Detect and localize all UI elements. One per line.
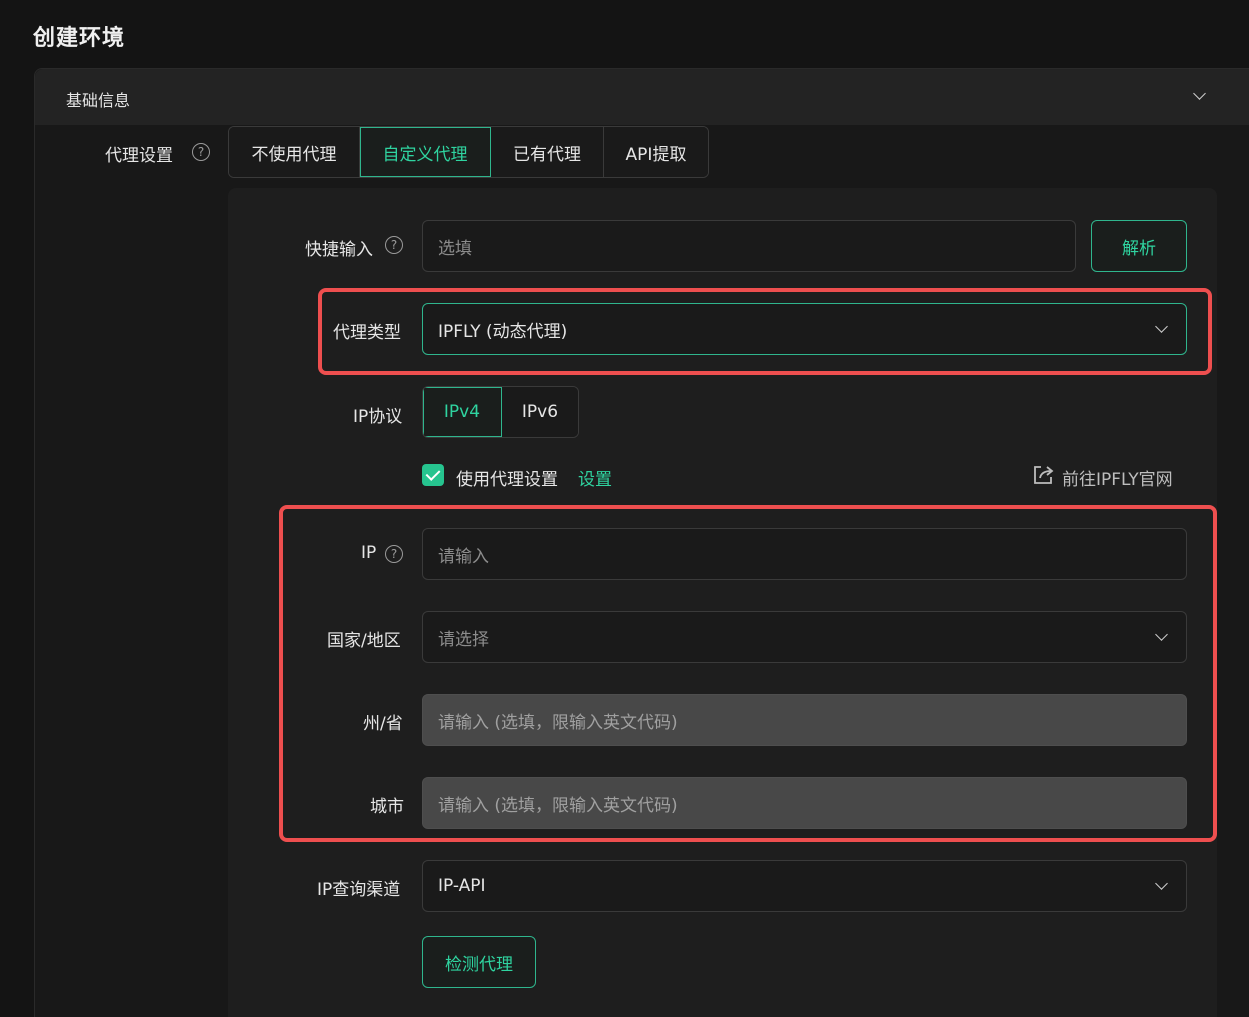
ip-channel-value: IP-API [438, 876, 486, 896]
page-title: 创建环境 [33, 26, 126, 51]
ip-protocol-label: IP协议 [353, 407, 403, 427]
option-ipv4[interactable]: IPv4 [423, 387, 502, 437]
chevron-down-icon [1155, 877, 1168, 890]
tab-no-proxy[interactable]: 不使用代理 [229, 127, 360, 177]
proxy-mode-tabs: 不使用代理 自定义代理 已有代理 API提取 [228, 126, 709, 178]
ipfly-website-link[interactable]: 前往IPFLY官网 [1062, 465, 1173, 490]
highlight-box-proxy-type [318, 288, 1212, 375]
parse-button[interactable]: 解析 [1091, 220, 1187, 272]
ip-channel-select[interactable]: IP-API [422, 860, 1187, 912]
quick-input-field[interactable]: 选填 [422, 220, 1076, 272]
create-environment-page: 创建环境 基础信息 代理设置 ? 不使用代理 自定义代理 已有代理 API提取 … [0, 0, 1249, 1017]
proxy-settings-label: 代理设置 [105, 146, 173, 166]
use-proxy-checkbox[interactable] [422, 464, 444, 486]
quick-input-label: 快捷输入 [305, 240, 373, 260]
highlight-box-location [279, 505, 1217, 842]
ip-channel-label: IP查询渠道 [317, 880, 401, 900]
tab-custom-proxy[interactable]: 自定义代理 [360, 127, 491, 177]
check-proxy-button[interactable]: 检测代理 [422, 936, 536, 988]
help-icon[interactable]: ? [385, 236, 403, 254]
external-link-icon[interactable] [1032, 464, 1056, 486]
option-ipv6[interactable]: IPv6 [502, 387, 578, 437]
proxy-settings-link[interactable]: 设置 [578, 465, 612, 490]
chevron-down-icon[interactable] [1193, 87, 1206, 100]
tab-existing-proxy[interactable]: 已有代理 [491, 127, 604, 177]
use-proxy-label: 使用代理设置 [456, 470, 558, 490]
section-title: 基础信息 [66, 91, 131, 110]
basic-info-header[interactable]: 基础信息 [35, 69, 1249, 125]
help-icon[interactable]: ? [192, 143, 210, 161]
ip-protocol-toggle: IPv4 IPv6 [422, 386, 579, 438]
tab-api-extract[interactable]: API提取 [604, 127, 708, 177]
